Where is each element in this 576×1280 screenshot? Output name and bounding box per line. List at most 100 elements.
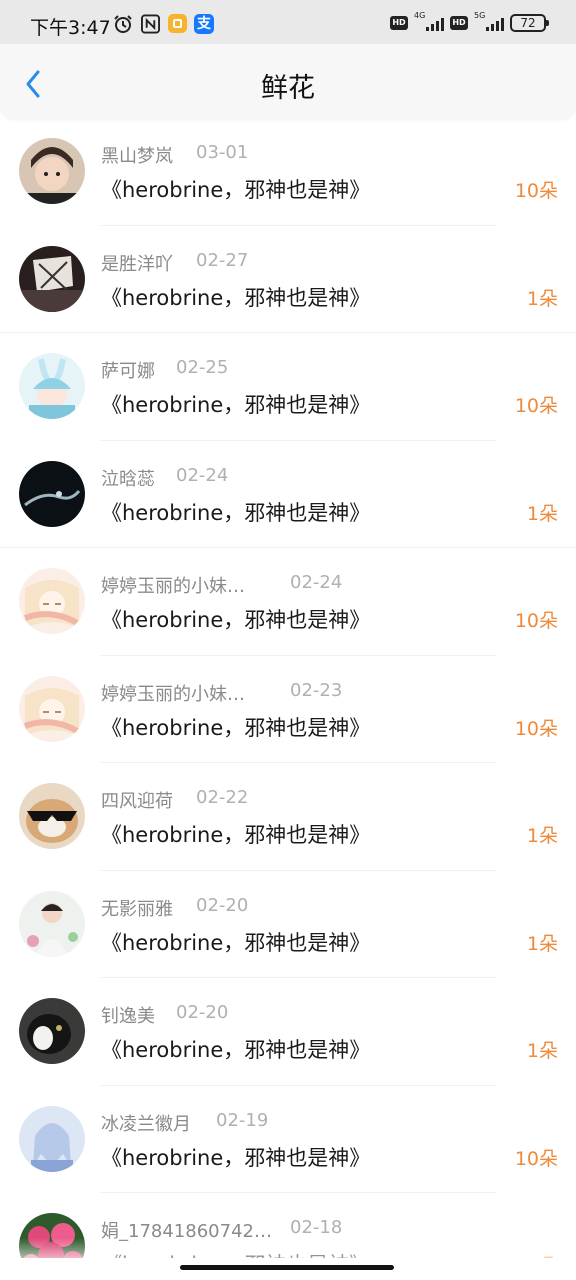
sender-name[interactable]: 是胜洋吖 <box>101 250 173 276</box>
sender-name[interactable]: 无影丽雅 <box>101 895 173 921</box>
flower-record-row[interactable]: 冰凌兰徽月 02-19 《herobrine，邪神也是神》 10朵 <box>0 1086 576 1193</box>
record-date: 02-27 <box>196 249 249 271</box>
record-date: 02-24 <box>290 572 343 593</box>
avatar[interactable] <box>19 138 85 204</box>
record-date: 02-18 <box>290 1217 343 1238</box>
record-meta: 黑山梦岚 03-01 <box>101 142 248 168</box>
work-title[interactable]: 《herobrine，邪神也是神》 <box>101 712 370 742</box>
flower-count: 1朵 <box>526 287 558 310</box>
nav-header: 鲜花 <box>0 44 576 118</box>
flower-count: 10朵 <box>514 180 558 202</box>
record-meta: 萨可娜 02-25 <box>101 357 228 383</box>
sender-name[interactable]: 黑山梦岚 <box>101 142 173 168</box>
avatar-image <box>19 783 85 849</box>
avatar[interactable] <box>19 460 85 527</box>
work-title[interactable]: 《herobrine，邪神也是神》 <box>101 604 370 634</box>
record-date: 02-19 <box>216 1109 269 1131</box>
avatar[interactable] <box>19 245 85 312</box>
avatar-image <box>19 353 85 419</box>
record-meta: 泣晗蕊 02-24 <box>101 465 228 491</box>
avatar-image <box>19 460 85 527</box>
nfc-icon <box>141 14 160 34</box>
sender-name[interactable]: 萨可娜 <box>101 357 155 383</box>
page-title: 鲜花 <box>261 73 315 104</box>
record-date: 03-01 <box>196 142 249 163</box>
network-type-label: 5G <box>474 11 486 20</box>
avatar-image <box>19 568 85 634</box>
hd-icon: HD <box>390 16 408 30</box>
network-type-label: 4G <box>414 11 426 20</box>
avatar-image <box>19 890 85 957</box>
avatar[interactable] <box>19 783 85 849</box>
alipay-icon: 支 <box>194 14 214 34</box>
status-time: 下午3:47 <box>30 17 111 39</box>
work-title[interactable]: 《herobrine，邪神也是神》 <box>101 282 370 312</box>
flower-record-row[interactable]: 婷婷玉丽的小妹… 02-24 《herobrine，邪神也是神》 10朵 <box>0 548 576 656</box>
work-title[interactable]: 《herobrine，邪神也是神》 <box>101 174 370 204</box>
flower-record-row[interactable]: 钊逸美 02-20 《herobrine，邪神也是神》 1朵 <box>0 978 576 1086</box>
record-meta: 冰凌兰徽月 02-19 <box>101 1110 268 1136</box>
flower-record-row[interactable]: 泣晗蕊 02-24 《herobrine，邪神也是神》 1朵 <box>0 441 576 548</box>
record-meta: 四风迎荷 02-22 <box>101 787 248 813</box>
flower-count: 10朵 <box>514 717 558 740</box>
work-title[interactable]: 《herobrine，邪神也是神》 <box>101 497 370 527</box>
flower-record-list[interactable]: 黑山梦岚 03-01 《herobrine，邪神也是神》 10朵 是胜洋吖 02… <box>0 118 576 1258</box>
flower-record-row[interactable]: 婷婷玉丽的小妹… 02-23 《herobrine，邪神也是神》 10朵 <box>0 656 576 763</box>
avatar[interactable] <box>19 568 85 634</box>
app-notification-icon <box>168 14 187 33</box>
flower-count: 1朵 <box>526 825 558 847</box>
record-date: 02-24 <box>176 464 229 486</box>
flower-record-row[interactable]: 四风迎荷 02-22 《herobrine，邪神也是神》 1朵 <box>0 763 576 871</box>
record-date: 02-20 <box>196 894 249 916</box>
alarm-icon <box>114 15 132 33</box>
record-date: 02-23 <box>290 679 343 701</box>
flower-count: 1朵 <box>526 1040 558 1062</box>
flower-count: 10朵 <box>514 1147 558 1170</box>
avatar-image <box>19 245 85 312</box>
avatar-image <box>19 1105 85 1172</box>
battery-level: 72 <box>520 16 536 30</box>
avatar[interactable] <box>19 353 85 419</box>
work-title[interactable]: 《herobrine，邪神也是神》 <box>101 819 370 849</box>
sender-name[interactable]: 冰凌兰徽月 <box>101 1110 191 1136</box>
work-title[interactable]: 《herobrine，邪神也是神》 <box>101 389 370 419</box>
flower-record-row[interactable]: 是胜洋吖 02-27 《herobrine，邪神也是神》 1朵 <box>0 226 576 333</box>
record-date: 02-25 <box>176 357 229 378</box>
hd-icon: HD <box>450 16 468 30</box>
record-meta: 婷婷玉丽的小妹… 02-24 <box>101 572 342 598</box>
home-indicator[interactable] <box>180 1265 394 1270</box>
sender-name[interactable]: 婷婷玉丽的小妹… <box>101 680 245 706</box>
signal-icon: 4G <box>414 11 444 33</box>
avatar[interactable] <box>19 1105 85 1172</box>
avatar[interactable] <box>19 675 85 742</box>
flower-record-row[interactable]: 黑山梦岚 03-01 《herobrine，邪神也是神》 10朵 <box>0 118 576 226</box>
status-indicators: HD 4G HD 5G 72 <box>390 11 549 34</box>
avatar[interactable] <box>19 890 85 957</box>
avatar[interactable] <box>19 998 85 1064</box>
record-date: 02-22 <box>196 787 249 808</box>
work-title[interactable]: 《herobrine，邪神也是神》 <box>101 1034 370 1064</box>
avatar-image <box>19 138 85 204</box>
battery-icon: 72 <box>510 14 549 32</box>
sender-name[interactable]: 四风迎荷 <box>101 787 173 813</box>
record-meta: 婷婷玉丽的小妹… 02-23 <box>101 680 342 706</box>
sender-name[interactable]: 泣晗蕊 <box>101 465 155 491</box>
sender-name[interactable]: 婷婷玉丽的小妹… <box>101 572 245 598</box>
sender-name[interactable]: 钊逸美 <box>101 1002 155 1028</box>
record-meta: 钊逸美 02-20 <box>101 1002 228 1028</box>
list-bottom-fade <box>0 1238 576 1280</box>
record-meta: 是胜洋吖 02-27 <box>101 250 248 276</box>
record-date: 02-20 <box>176 1002 229 1023</box>
record-meta: 无影丽雅 02-20 <box>101 895 248 921</box>
flower-count: 10朵 <box>514 610 558 632</box>
work-title[interactable]: 《herobrine，邪神也是神》 <box>101 1142 370 1172</box>
flower-record-row[interactable]: 萨可娜 02-25 《herobrine，邪神也是神》 10朵 <box>0 333 576 441</box>
signal-icon: 5G <box>474 11 504 33</box>
flower-record-row[interactable]: 无影丽雅 02-20 《herobrine，邪神也是神》 1朵 <box>0 871 576 978</box>
status-bar: 下午3:47 支 HD 4G HD 5G 72 <box>0 0 576 44</box>
work-title[interactable]: 《herobrine，邪神也是神》 <box>101 927 370 957</box>
flower-count: 1朵 <box>526 502 558 525</box>
avatar-image <box>19 675 85 742</box>
flower-count: 1朵 <box>526 932 558 955</box>
flower-count: 10朵 <box>514 395 558 417</box>
